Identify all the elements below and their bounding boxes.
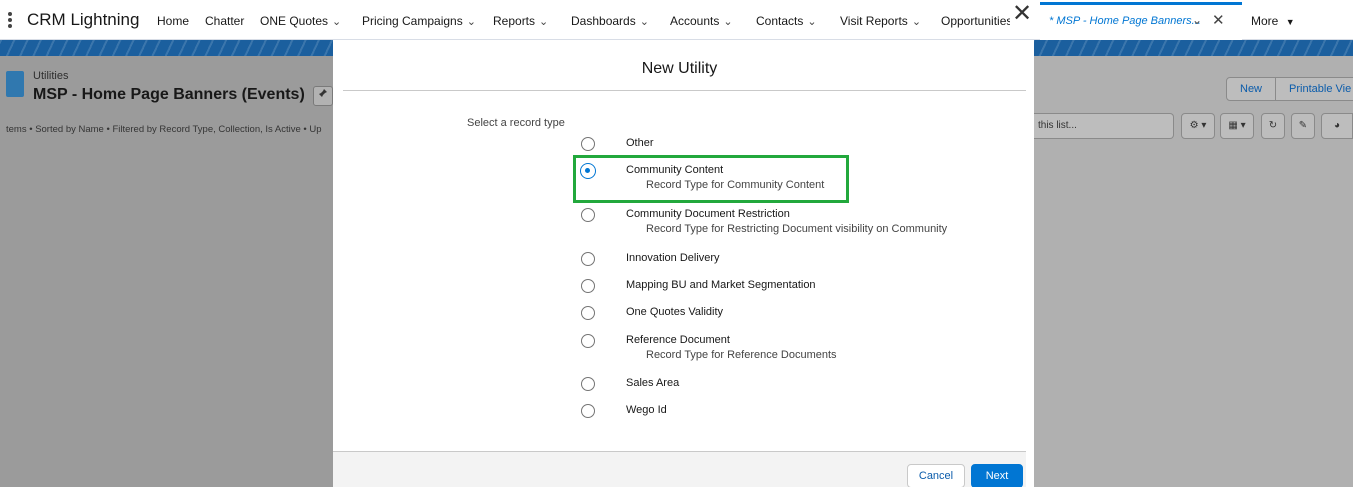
search-list-input[interactable]: this list... — [1034, 113, 1174, 139]
global-navigation: CRM Lightning Home Chatter ONE Quotes ⌄ P… — [0, 0, 1353, 40]
nav-item-home[interactable]: Home — [157, 14, 189, 28]
nav-item-contacts[interactable]: Contacts ⌄ — [756, 14, 817, 28]
gear-icon[interactable]: ⚙ ▾ — [1181, 113, 1215, 139]
option-label: Community Document Restriction — [626, 208, 790, 220]
radio-button[interactable] — [581, 252, 595, 266]
tab-msp-home-page-banners[interactable]: * MSP - Home Page Banners... ⌄ ✕ — [1040, 2, 1242, 40]
record-type-label: Select a record type — [467, 117, 565, 129]
close-icon[interactable]: ✕ — [1010, 2, 1034, 28]
caret-down-icon: ▼ — [1285, 17, 1295, 27]
list-header-actions: New Printable Vie — [1226, 77, 1353, 101]
radio-button[interactable] — [581, 208, 595, 222]
option-label: One Quotes Validity — [626, 306, 724, 318]
chevron-down-icon[interactable]: ⌄ — [807, 16, 816, 28]
close-tab-icon[interactable]: ✕ — [1212, 11, 1225, 29]
nav-item-dashboards[interactable]: Dashboards ⌄ — [571, 14, 649, 28]
table-icon[interactable]: ▦ ▾ — [1220, 113, 1254, 139]
app-name: CRM Lightning — [27, 10, 140, 29]
new-button[interactable]: New — [1226, 77, 1277, 101]
option-label: Reference Document — [626, 334, 730, 346]
chevron-down-icon[interactable]: ⌄ — [467, 16, 476, 28]
chart-icon[interactable]: ◕ — [1321, 113, 1353, 139]
nav-item-chatter[interactable]: Chatter — [205, 14, 244, 28]
chevron-down-icon[interactable]: ⌄ — [1192, 13, 1202, 27]
modal-backdrop — [0, 56, 333, 487]
modal-title: New Utility — [641, 60, 718, 77]
option-label: Innovation Delivery — [626, 252, 720, 264]
radio-button[interactable] — [581, 404, 595, 418]
radio-button[interactable] — [581, 279, 595, 293]
option-label: Wego Id — [626, 404, 667, 416]
edit-icon[interactable]: ✎ — [1291, 113, 1315, 139]
nav-item-reports[interactable]: Reports ⌄ — [493, 14, 548, 28]
modal-footer: Cancel Next — [333, 451, 1026, 487]
divider — [343, 90, 1026, 91]
chevron-down-icon[interactable]: ⌄ — [912, 16, 921, 28]
nav-item-pricing-campaigns[interactable]: Pricing Campaigns ⌄ — [362, 14, 476, 28]
chevron-down-icon[interactable]: ⌄ — [723, 16, 732, 28]
nav-item-visit-reports[interactable]: Visit Reports ⌄ — [840, 14, 921, 28]
selection-highlight-box — [573, 155, 849, 203]
new-utility-modal: New Utility Select a record type Other C… — [333, 40, 1034, 487]
app-launcher-icon[interactable] — [8, 12, 14, 28]
option-label: Mapping BU and Market Segmentation — [626, 279, 816, 291]
nav-item-accounts[interactable]: Accounts ⌄ — [670, 14, 733, 28]
tab-label: * MSP - Home Page Banners... — [1049, 15, 1201, 27]
option-description: Record Type for Restricting Document vis… — [646, 223, 948, 235]
chevron-down-icon[interactable]: ⌄ — [332, 16, 341, 28]
chevron-down-icon[interactable]: ⌄ — [539, 16, 548, 28]
option-label: Other — [626, 137, 654, 149]
refresh-icon[interactable]: ↻ — [1261, 113, 1285, 139]
chevron-down-icon[interactable]: ⌄ — [640, 16, 649, 28]
nav-item-more[interactable]: More ▼ — [1251, 14, 1295, 28]
radio-button[interactable] — [581, 306, 595, 320]
nav-item-one-quotes[interactable]: ONE Quotes ⌄ — [260, 14, 341, 28]
radio-button[interactable] — [581, 377, 595, 391]
option-description: Record Type for Reference Documents — [646, 349, 837, 361]
option-label: Sales Area — [626, 377, 680, 389]
cancel-button[interactable]: Cancel — [907, 464, 965, 487]
printable-view-button[interactable]: Printable Vie — [1276, 77, 1353, 101]
next-button[interactable]: Next — [971, 464, 1023, 487]
radio-button[interactable] — [581, 334, 595, 348]
radio-button[interactable] — [581, 137, 595, 151]
